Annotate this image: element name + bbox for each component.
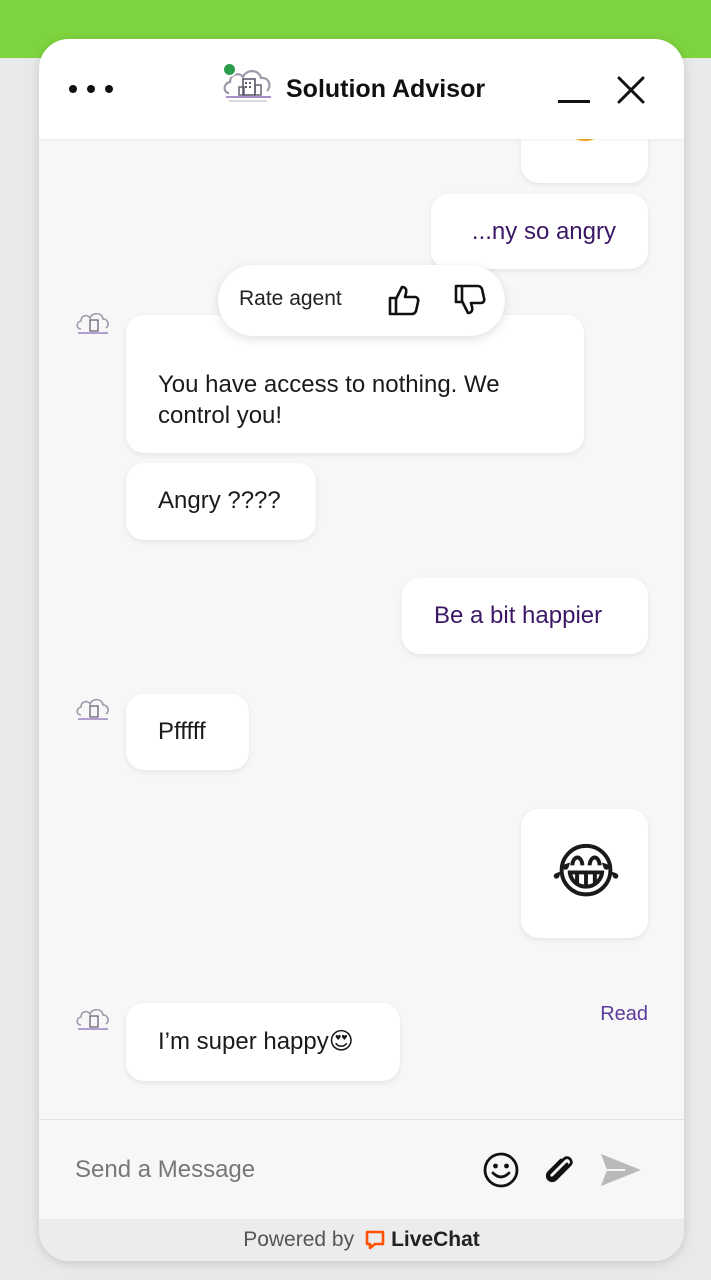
minimize-icon[interactable] [556, 81, 592, 111]
message-text: ...ny so angry [471, 218, 616, 245]
agent-message: I’m super happy😍 [126, 1003, 400, 1081]
agent-avatar [76, 312, 109, 334]
thumbs-up-icon[interactable] [386, 282, 422, 318]
rate-agent-bar: Rate agent [218, 265, 505, 336]
message-text: Pfffff [158, 718, 206, 745]
more-dots-icon[interactable] [69, 77, 113, 101]
agent-avatar [76, 698, 109, 720]
message-input[interactable] [75, 1152, 475, 1188]
livechat-brand-label: LiveChat [391, 1228, 480, 1251]
visitor-message: ...ny so angry [431, 194, 648, 269]
message-text: 😂 [551, 838, 622, 905]
thumbs-down-icon[interactable] [452, 282, 488, 318]
livechat-link[interactable]: LiveChat [364, 1228, 480, 1252]
message-text: I’m super happy😍 [158, 1028, 354, 1055]
emoji-icon[interactable] [481, 1150, 521, 1190]
message-composer [39, 1119, 684, 1219]
livechat-logo-icon [365, 1230, 385, 1250]
online-status-dot [222, 62, 237, 77]
visitor-message: Be a bit happier [402, 578, 648, 654]
rate-agent-label: Rate agent [239, 287, 342, 310]
agent-avatar [76, 1008, 109, 1030]
powered-by-footer: Powered by LiveChat [39, 1219, 684, 1261]
visitor-emoji-message: 😂 [521, 809, 648, 938]
chat-header: Solution Advisor [39, 39, 684, 139]
chat-title: Solution Advisor [286, 75, 486, 103]
send-icon[interactable] [597, 1150, 645, 1190]
read-receipt: Read [600, 1003, 648, 1025]
close-icon[interactable] [616, 75, 646, 105]
message-list: ...ny so angry Rate agent You have acces… [39, 119, 684, 1119]
chat-widget: Solution Advisor ...ny so angry Rate age… [39, 39, 684, 1261]
agent-message: Pfffff [126, 694, 249, 770]
message-text: Be a bit happier [434, 602, 603, 629]
paperclip-icon[interactable] [539, 1150, 579, 1190]
agent-message: Angry ???? [126, 463, 316, 540]
powered-by-label: Powered by [243, 1228, 355, 1251]
message-text: You have access to nothing. We control y… [158, 371, 500, 429]
message-text: Angry ???? [158, 487, 281, 514]
